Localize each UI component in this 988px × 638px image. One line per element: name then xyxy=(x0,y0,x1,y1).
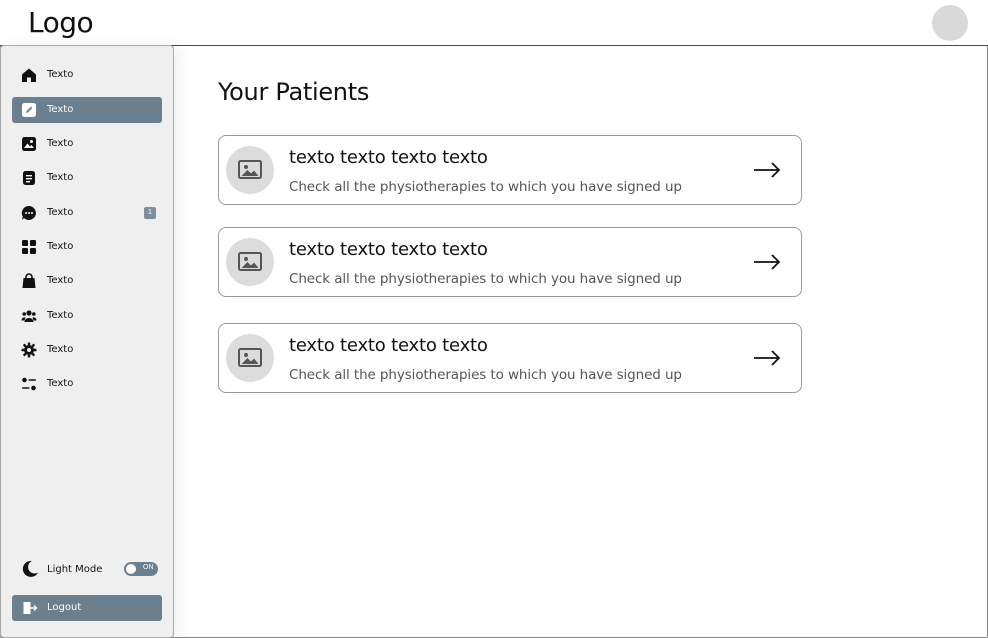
logout-label: Logout xyxy=(47,602,82,613)
patient-thumbnail xyxy=(226,334,274,382)
card-title: texto texto texto texto xyxy=(289,239,488,260)
document-icon xyxy=(21,170,37,186)
card-title: texto texto texto texto xyxy=(289,147,488,168)
sidebar-item-home[interactable]: Texto xyxy=(12,62,162,88)
logo[interactable]: Logo xyxy=(28,6,94,39)
logout-button[interactable]: Logout xyxy=(12,595,162,621)
sidebar-item-label: Texto xyxy=(47,207,74,218)
light-mode-row: Light Mode ON xyxy=(12,556,162,582)
sidebar-item-edit[interactable]: Texto xyxy=(12,97,162,123)
sidebar-item-label: Texto xyxy=(47,275,74,286)
light-mode-label: Light Mode xyxy=(47,564,103,575)
toggle-knob xyxy=(126,564,136,574)
sidebar-item-grid[interactable]: Texto xyxy=(12,234,162,260)
bag-icon xyxy=(21,273,37,289)
sidebar-item-settings[interactable]: Texto xyxy=(12,337,162,363)
image-placeholder-icon xyxy=(238,252,262,271)
users-icon xyxy=(21,308,37,324)
light-mode-toggle[interactable]: ON xyxy=(124,562,158,576)
card-subtitle: Check all the physiotherapies to which y… xyxy=(289,179,682,195)
edit-icon xyxy=(21,102,37,118)
image-placeholder-icon xyxy=(238,348,262,367)
moon-icon xyxy=(21,560,39,578)
patient-card[interactable]: texto texto texto texto Check all the ph… xyxy=(218,227,802,297)
patient-card[interactable]: texto texto texto texto Check all the ph… xyxy=(218,135,802,205)
sidebar-item-label: Texto xyxy=(47,104,74,115)
card-subtitle: Check all the physiotherapies to which y… xyxy=(289,271,682,287)
notification-badge: 1 xyxy=(144,207,156,219)
sidebar-item-label: Texto xyxy=(47,172,74,183)
sidebar-item-sliders[interactable]: Texto xyxy=(12,371,162,397)
card-title: texto texto texto texto xyxy=(289,335,488,356)
patient-thumbnail xyxy=(226,238,274,286)
arrow-right-icon[interactable] xyxy=(753,252,781,272)
sidebar-item-bag[interactable]: Texto xyxy=(12,268,162,294)
sidebar-item-image[interactable]: Texto xyxy=(12,131,162,157)
page-title: Your Patients xyxy=(218,78,370,106)
home-icon xyxy=(21,67,37,83)
patient-thumbnail xyxy=(226,146,274,194)
image-placeholder-icon xyxy=(238,160,262,179)
top-bar: Logo xyxy=(0,0,988,46)
grid-icon xyxy=(21,239,37,255)
sliders-icon xyxy=(21,376,37,392)
sidebar-item-label: Texto xyxy=(47,138,74,149)
sidebar-item-users[interactable]: Texto xyxy=(12,303,162,329)
sidebar-item-label: Texto xyxy=(47,378,74,389)
card-subtitle: Check all the physiotherapies to which y… xyxy=(289,367,682,383)
logout-icon xyxy=(22,600,38,616)
chat-icon xyxy=(21,205,37,221)
sidebar-item-label: Texto xyxy=(47,241,74,252)
image-icon xyxy=(21,136,37,152)
avatar[interactable] xyxy=(932,5,968,41)
gear-icon xyxy=(21,342,37,358)
sidebar-item-chat[interactable]: Texto 1 xyxy=(12,200,162,226)
arrow-right-icon[interactable] xyxy=(753,160,781,180)
sidebar-item-label: Texto xyxy=(47,344,74,355)
sidebar-item-label: Texto xyxy=(47,69,74,80)
toggle-state-label: ON xyxy=(143,564,154,571)
sidebar-item-label: Texto xyxy=(47,310,74,321)
arrow-right-icon[interactable] xyxy=(753,348,781,368)
sidebar-item-document[interactable]: Texto xyxy=(12,165,162,191)
patient-card[interactable]: texto texto texto texto Check all the ph… xyxy=(218,323,802,393)
